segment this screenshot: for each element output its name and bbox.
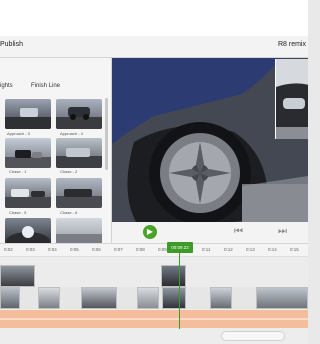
timeline-clip[interactable] bbox=[137, 287, 159, 309]
ruler-tick: 0:04 bbox=[48, 247, 57, 252]
timeline-clip[interactable] bbox=[256, 287, 308, 309]
ruler-tick: 0:11 bbox=[202, 247, 211, 252]
audio-waveform bbox=[0, 318, 308, 320]
play-button[interactable]: ▶ bbox=[143, 225, 157, 239]
thumbnail-image bbox=[6, 226, 50, 248]
footer-bar bbox=[0, 329, 308, 344]
publish-button[interactable]: Publish bbox=[0, 41, 23, 48]
tab-finish-line[interactable]: Finish Line bbox=[31, 83, 60, 89]
ruler-tick: 0:15 bbox=[290, 247, 299, 252]
ruler-tick: 0:06 bbox=[92, 247, 101, 252]
skip-forward-button[interactable]: ⏭ bbox=[278, 226, 287, 238]
video-track-1 bbox=[0, 265, 308, 287]
thumbnail-label: Chase - 6 bbox=[60, 210, 78, 215]
timeline-clip[interactable] bbox=[162, 287, 186, 309]
ruler-tick: 0:14 bbox=[268, 247, 277, 252]
thumbnail-image bbox=[5, 150, 51, 168]
thumbnail-image bbox=[5, 189, 51, 208]
thumbnail-label: Chase - 5 bbox=[9, 210, 27, 215]
library-tabs: ights Finish Line bbox=[0, 58, 112, 89]
playback-controls: ⏮ ⏭ bbox=[112, 222, 308, 243]
title-bar: Publish R8 remix bbox=[0, 36, 308, 58]
thumbnail-image bbox=[56, 148, 102, 168]
thumbnail-label: Approach - 3 bbox=[7, 131, 30, 136]
video-editor-window: Publish R8 remix ights Finish Line Appro… bbox=[0, 0, 308, 344]
playhead-line[interactable] bbox=[179, 253, 180, 331]
media-thumbnail[interactable] bbox=[5, 99, 51, 129]
video-track-2 bbox=[0, 287, 308, 309]
media-thumbnail[interactable] bbox=[56, 99, 102, 129]
video-preview bbox=[112, 58, 308, 222]
ruler-tick: 0:12 bbox=[224, 247, 233, 252]
ruler-tick: 0:13 bbox=[246, 247, 255, 252]
ruler-tick: 0:09 bbox=[158, 247, 167, 252]
picture-in-picture-preview[interactable] bbox=[275, 59, 308, 139]
media-library: ights Finish Line Approach - 3 Approach … bbox=[0, 58, 112, 248]
skip-back-button[interactable]: ⏮ bbox=[234, 226, 243, 238]
timeline-clip[interactable] bbox=[38, 287, 60, 309]
ruler-tick: 0:03 bbox=[26, 247, 35, 252]
timeline-clip[interactable] bbox=[0, 287, 20, 309]
timeline-clip[interactable] bbox=[81, 287, 117, 309]
top-strip bbox=[0, 0, 308, 36]
zoom-control[interactable] bbox=[221, 331, 285, 341]
timeline-clip[interactable] bbox=[161, 265, 186, 287]
media-thumbnail[interactable] bbox=[5, 138, 51, 168]
thumbnail-label: Chase - 2 bbox=[60, 169, 78, 174]
media-thumbnail[interactable] bbox=[5, 178, 51, 208]
thumbnail-image bbox=[56, 107, 102, 129]
thumbnail-label: Approach - 4 bbox=[60, 131, 83, 136]
ruler-tick: 0:08 bbox=[136, 247, 145, 252]
ruler-tick: 0:05 bbox=[70, 247, 79, 252]
thumbnail-label: Chase - 1 bbox=[9, 169, 27, 174]
media-thumbnail[interactable] bbox=[56, 178, 102, 208]
thumbnail-image bbox=[56, 234, 102, 243]
timeline-clip[interactable] bbox=[0, 265, 35, 287]
media-thumbnail[interactable] bbox=[56, 138, 102, 168]
playhead-timecode[interactable]: 00:09.22 bbox=[167, 242, 193, 253]
timeline-ruler[interactable]: 0:02 0:03 0:04 0:05 0:06 0:07 0:08 0:09 … bbox=[0, 243, 308, 257]
tab-highlights[interactable]: ights bbox=[0, 83, 13, 89]
audio-track[interactable] bbox=[0, 310, 308, 328]
project-title: R8 remix bbox=[277, 41, 306, 48]
library-scrollbar[interactable] bbox=[105, 98, 108, 170]
timeline-clip[interactable] bbox=[210, 287, 232, 309]
ruler-tick: 0:07 bbox=[114, 247, 123, 252]
thumbnail-image bbox=[56, 189, 102, 208]
pip-image bbox=[276, 59, 308, 139]
ruler-tick: 0:02 bbox=[4, 247, 13, 252]
thumbnail-image bbox=[5, 108, 51, 129]
